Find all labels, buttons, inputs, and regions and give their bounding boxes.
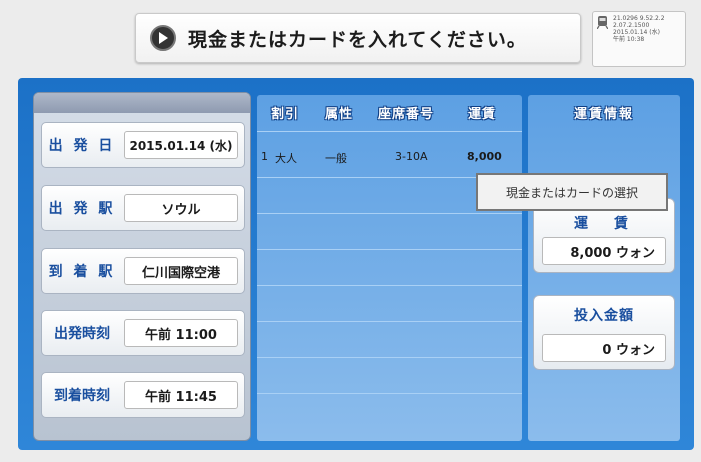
fare-value: 8,000 ウォン <box>542 237 666 265</box>
ticket-line: 2.07.2.1500 <box>613 22 650 29</box>
instruction-banner: 現金またはカードを入れてください。 <box>135 13 581 63</box>
ticket-info-box: 21.0296 9.52.2.2 2.07.2.1500 2015.01.14 … <box>592 11 686 67</box>
departure-date-value: 2015.01.14 (水) <box>124 131 238 159</box>
departure-time-label: 出発時刻 <box>54 326 110 342</box>
tooltip: 現金またはカードの選択 <box>476 173 668 211</box>
departure-station-value: ソウル <box>124 194 238 222</box>
departure-station-row: 出 発 駅 ソウル <box>41 185 245 231</box>
table-divider <box>257 249 522 250</box>
column-header-fare: 運賃 <box>468 107 497 122</box>
column-header-discount: 割引 <box>271 107 300 122</box>
table-divider <box>257 285 522 286</box>
fare-label: 運 賃 <box>574 216 634 232</box>
arrival-station-value: 仁川国際空港 <box>124 257 238 285</box>
train-icon <box>596 16 609 31</box>
row-fare: 8,000 <box>467 150 502 163</box>
table-divider <box>257 213 522 214</box>
arrival-time-label: 到着時刻 <box>54 388 110 404</box>
tooltip-text: 現金またはカードの選択 <box>505 185 638 200</box>
play-icon <box>150 25 176 51</box>
ticket-line: 午前 10:38 <box>613 36 645 43</box>
ticket-line: 21.0296 9.52.2.2 <box>613 15 665 22</box>
departure-time-row: 出発時刻 午前 11:00 <box>41 310 245 356</box>
departure-date-label: 出 発 日 <box>48 138 116 154</box>
inserted-amount-value: 0 ウォン <box>542 334 666 362</box>
row-discount: 大人 <box>275 152 297 165</box>
instruction-text: 現金またはカードを入れてください。 <box>188 28 527 51</box>
row-number: 1 <box>261 150 268 163</box>
table-divider <box>257 357 522 358</box>
fare-info-header: 運賃情報 <box>573 107 634 122</box>
departure-time-value: 午前 11:00 <box>124 319 238 347</box>
inserted-amount-label: 投入金額 <box>574 308 634 324</box>
column-header-seat: 座席番号 <box>378 107 435 122</box>
arrival-station-row: 到 着 駅 仁川国際空港 <box>41 248 245 294</box>
column-header-attribute: 属性 <box>325 107 354 122</box>
table-divider <box>257 321 522 322</box>
ticket-line: 2015.01.14 (水) <box>613 29 660 36</box>
departure-date-row: 出 発 日 2015.01.14 (水) <box>41 122 245 168</box>
arrival-station-label: 到 着 駅 <box>48 264 116 280</box>
table-divider <box>257 131 522 132</box>
inserted-amount-box: 投入金額 0 ウォン <box>533 295 675 370</box>
row-seat: 3-10A <box>395 150 428 163</box>
journey-panel-header <box>34 93 250 113</box>
row-attribute: 一般 <box>325 152 347 165</box>
departure-station-label: 出 発 駅 <box>48 201 116 217</box>
table-divider <box>257 393 522 394</box>
arrival-time-value: 午前 11:45 <box>124 381 238 409</box>
arrival-time-row: 到着時刻 午前 11:45 <box>41 372 245 418</box>
ticket-table: 割引 属性 座席番号 運賃 1 大人 一般 3-10A 8,000 <box>257 95 522 441</box>
